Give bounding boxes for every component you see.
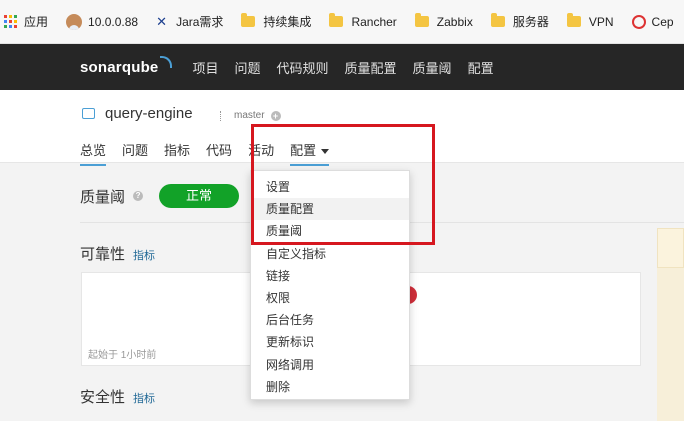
- bookmark-ci[interactable]: 持续集成: [241, 13, 311, 30]
- nav-projects[interactable]: 项目: [192, 58, 218, 77]
- leak-period-panel: [657, 228, 684, 421]
- bookmark-label: 持续集成: [263, 15, 312, 29]
- menu-item-delete[interactable]: 删除: [251, 376, 409, 398]
- bookmarks-bar: 应用 10.0.0.88 ✕ Jara需求 持续集成 Rancher Zabbi…: [0, 0, 684, 44]
- bookmark-rancher[interactable]: Rancher: [329, 13, 397, 29]
- administration-dropdown-menu: 设置 质量配置 质量阈 自定义指标 链接 权限 后台任务 更新标识 网络调用 删…: [250, 170, 410, 400]
- reliability-section-title: 可靠性 指标: [80, 246, 156, 263]
- jenkins-avatar-icon: [66, 13, 83, 30]
- nav-quality-profiles[interactable]: 质量配置: [345, 58, 397, 77]
- add-branch-icon[interactable]: +: [270, 110, 281, 121]
- apps-grid-icon: [4, 14, 18, 29]
- project-name[interactable]: query-engine: [105, 105, 193, 122]
- tab-measures[interactable]: 指标: [164, 140, 190, 166]
- bookmark-label: Cep: [651, 14, 674, 29]
- menu-item-webhooks[interactable]: 网络调用: [251, 354, 409, 376]
- leak-period-note: 起始于 1小时前: [88, 350, 157, 361]
- folder-icon: [566, 13, 581, 27]
- quality-gate-row: 质量阈 ? 正常: [80, 184, 240, 208]
- tab-code[interactable]: 代码: [206, 140, 232, 166]
- quality-gate-status-badge: 正常: [159, 184, 240, 208]
- branch-name: master: [234, 110, 265, 121]
- menu-item-background-tasks[interactable]: 后台任务: [251, 309, 409, 331]
- menu-item-quality-profiles[interactable]: 质量配置: [251, 198, 409, 221]
- project-header: query-engine master + 总览 问题 指标 代码 活动 配置: [0, 90, 684, 166]
- folder-icon: [241, 13, 256, 27]
- branch-selector[interactable]: master +: [220, 110, 281, 121]
- tab-issues[interactable]: 问题: [122, 140, 148, 166]
- reliability-measures-link[interactable]: 指标: [133, 247, 155, 263]
- menu-item-update-key[interactable]: 更新标识: [251, 331, 409, 353]
- ceph-icon: [631, 14, 646, 29]
- bookmark-ceph[interactable]: Cep: [631, 14, 674, 29]
- bookmark-label: Rancher: [351, 14, 397, 29]
- bookmark-label: VPN: [588, 14, 614, 29]
- bookmark-label: Zabbix: [436, 14, 473, 29]
- menu-item-settings[interactable]: 设置: [251, 176, 409, 198]
- folder-icon: [414, 13, 429, 27]
- project-tabs: 总览 问题 指标 代码 活动 配置: [80, 140, 345, 166]
- bookmark-10-0-0-88[interactable]: 10.0.0.88: [66, 13, 139, 30]
- bookmark-label: 10.0.0.88: [88, 14, 139, 29]
- tab-overview[interactable]: 总览: [80, 140, 107, 166]
- branch-icon: [220, 110, 224, 121]
- top-nav: sonarqube 项目 问题 代码规则 质量配置 质量阈 配置: [0, 44, 684, 90]
- quality-gate-label: 质量阈: [80, 188, 126, 206]
- caret-down-icon: [321, 149, 330, 155]
- bookmark-apps[interactable]: 应用: [4, 13, 48, 30]
- nav-issues[interactable]: 问题: [235, 58, 261, 77]
- bookmark-label: 服务器: [512, 15, 549, 29]
- security-section-title: 安全性 指标: [80, 389, 156, 406]
- security-measures-link[interactable]: 指标: [133, 390, 155, 406]
- folder-icon: [329, 13, 344, 27]
- menu-item-permissions[interactable]: 权限: [251, 287, 409, 309]
- tab-administration[interactable]: 配置: [290, 140, 330, 166]
- project-title: query-engine: [82, 105, 193, 122]
- bookmark-zabbix[interactable]: Zabbix: [414, 13, 473, 29]
- nav-quality-gates[interactable]: 质量阈: [413, 58, 452, 77]
- tab-activity[interactable]: 活动: [248, 140, 274, 166]
- bookmark-label: 应用: [24, 15, 49, 29]
- bookmark-vpn[interactable]: VPN: [566, 13, 614, 29]
- sonarqube-logo[interactable]: sonarqube: [80, 56, 173, 76]
- bookmark-label: Jara需求: [176, 15, 224, 29]
- menu-item-links[interactable]: 链接: [251, 265, 409, 287]
- project-icon: [82, 108, 95, 119]
- bookmark-jira[interactable]: ✕ Jara需求: [156, 13, 223, 30]
- menu-item-custom-measures[interactable]: 自定义指标: [251, 243, 409, 265]
- menu-item-quality-gate[interactable]: 质量阈: [251, 220, 409, 242]
- jira-icon: ✕: [156, 13, 167, 29]
- nav-rules[interactable]: 代码规则: [277, 58, 329, 77]
- logo-arc-icon: [160, 56, 173, 68]
- bookmark-servers[interactable]: 服务器: [490, 13, 549, 30]
- nav-administration[interactable]: 配置: [468, 58, 494, 77]
- help-icon[interactable]: ?: [133, 191, 144, 201]
- folder-icon: [490, 13, 505, 27]
